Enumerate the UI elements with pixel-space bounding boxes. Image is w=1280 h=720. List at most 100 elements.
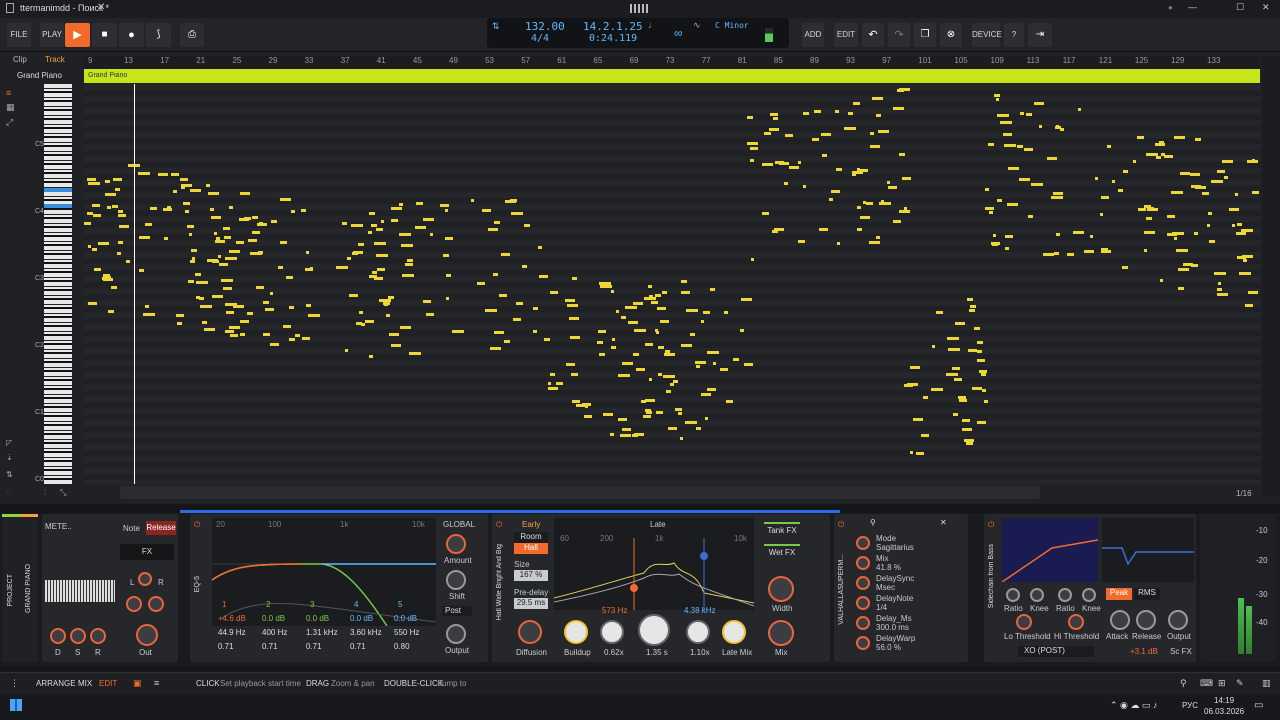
midi-note[interactable] [621, 316, 626, 319]
midi-note[interactable] [1164, 155, 1173, 158]
grid-toggle-icon[interactable]: ⫶ [44, 488, 46, 498]
file-button[interactable]: FILE [7, 23, 31, 47]
midi-note[interactable] [1217, 288, 1222, 291]
midi-note[interactable] [893, 107, 904, 110]
midi-note[interactable] [221, 279, 233, 282]
midi-note[interactable] [310, 267, 313, 270]
midi-note[interactable] [1144, 249, 1147, 252]
fx-tab[interactable]: FX [120, 544, 174, 560]
midi-note[interactable] [584, 415, 592, 418]
midi-note[interactable] [177, 322, 182, 325]
midi-note[interactable] [230, 334, 238, 337]
lo-threshold-knob[interactable] [1016, 614, 1032, 630]
midi-note[interactable] [548, 387, 558, 390]
panel-toggle-icon[interactable]: ▣ [133, 678, 142, 689]
midi-note[interactable] [180, 178, 188, 181]
midi-note[interactable] [405, 263, 413, 266]
output-knob[interactable] [446, 624, 466, 644]
midi-note[interactable] [389, 333, 399, 336]
midi-note[interactable] [970, 305, 976, 308]
language-indicator[interactable]: РУС [1182, 701, 1198, 710]
midi-note[interactable] [352, 252, 358, 255]
midi-note[interactable] [681, 291, 690, 294]
midi-note[interactable] [87, 212, 93, 215]
midi-note[interactable] [229, 250, 240, 253]
midi-note[interactable] [703, 311, 710, 314]
midi-note[interactable] [857, 206, 861, 209]
sidechain-power-icon[interactable]: ⏻ [988, 520, 994, 530]
midi-note[interactable] [585, 405, 588, 408]
midi-note[interactable] [1047, 157, 1057, 160]
midi-note[interactable] [984, 400, 988, 403]
midi-note[interactable] [248, 239, 257, 242]
midi-note[interactable] [1100, 213, 1103, 216]
midi-note[interactable] [301, 209, 306, 212]
midi-note[interactable] [876, 114, 881, 117]
midi-note[interactable] [1239, 272, 1251, 275]
midi-note[interactable] [270, 292, 273, 295]
app-menu-icon[interactable] [6, 3, 14, 13]
hall-button[interactable]: Hall [514, 543, 548, 554]
eq-band-freq[interactable]: 400 Hz [262, 628, 287, 637]
midi-note[interactable] [471, 199, 474, 202]
tab-clip[interactable]: Clip [13, 55, 27, 64]
delete-button[interactable]: ⊗ [940, 23, 962, 47]
list-icon[interactable]: ≡ [154, 678, 159, 688]
midi-note[interactable] [181, 184, 192, 187]
midi-note[interactable] [185, 210, 189, 213]
midi-note[interactable] [1218, 282, 1221, 285]
midi-note[interactable] [931, 388, 943, 391]
export-button[interactable]: ⇥ [1028, 23, 1052, 47]
midi-note[interactable] [107, 206, 111, 209]
midi-note[interactable] [199, 297, 204, 300]
midi-note[interactable] [668, 427, 677, 430]
midi-note[interactable] [263, 333, 270, 336]
midi-note[interactable] [870, 132, 874, 135]
midi-note[interactable] [860, 216, 870, 219]
midi-note[interactable] [620, 434, 631, 437]
midi-note[interactable] [215, 240, 225, 243]
midi-note[interactable] [189, 233, 192, 236]
eq-band-gain[interactable]: +4.6 dB [218, 614, 246, 623]
eq-band-freq[interactable]: 44.9 Hz [218, 628, 246, 637]
midi-note[interactable] [214, 232, 217, 235]
midi-note[interactable] [1222, 160, 1233, 163]
midi-note[interactable] [430, 233, 433, 236]
buildup-knob[interactable] [564, 620, 588, 644]
redo-button[interactable]: ↷ [888, 23, 910, 47]
right-knob[interactable] [148, 596, 164, 612]
tool-menu-icon[interactable]: ≡ [6, 88, 11, 98]
minimize-button[interactable]: — [1188, 2, 1197, 12]
midi-note[interactable] [103, 278, 113, 281]
decay-knob-2[interactable] [686, 620, 710, 644]
midi-note[interactable] [401, 244, 413, 247]
midi-note[interactable] [1211, 180, 1223, 183]
midi-note[interactable] [143, 313, 155, 316]
param-value[interactable]: 1/4 [876, 603, 887, 612]
midi-note[interactable] [1043, 253, 1054, 256]
midi-note[interactable] [572, 277, 577, 280]
midi-note[interactable] [112, 205, 118, 208]
midi-note[interactable] [1005, 235, 1013, 238]
midi-note[interactable] [211, 216, 221, 219]
midi-note[interactable] [145, 305, 149, 308]
eq-band-gain[interactable]: 0.0 dB [394, 614, 417, 623]
midi-note[interactable] [342, 222, 347, 225]
midi-note[interactable] [1191, 185, 1201, 188]
midi-note[interactable] [656, 331, 659, 334]
midi-note[interactable] [446, 297, 449, 300]
midi-note[interactable] [504, 340, 510, 343]
midi-note[interactable] [997, 114, 1009, 117]
midi-note[interactable] [533, 330, 537, 333]
midi-note[interactable] [1008, 167, 1019, 170]
lo-ratio-knob[interactable] [1006, 588, 1020, 602]
width-knob[interactable] [768, 576, 794, 602]
valhalla-name[interactable]: VALHALLASUPERM... [838, 554, 845, 625]
midi-note[interactable] [538, 246, 542, 249]
midi-note[interactable] [391, 219, 398, 222]
help-button[interactable]: ? [1004, 23, 1024, 47]
midi-note[interactable] [374, 242, 386, 245]
midi-note[interactable] [440, 204, 449, 207]
midi-note[interactable] [1101, 196, 1109, 199]
midi-note[interactable] [446, 274, 451, 277]
